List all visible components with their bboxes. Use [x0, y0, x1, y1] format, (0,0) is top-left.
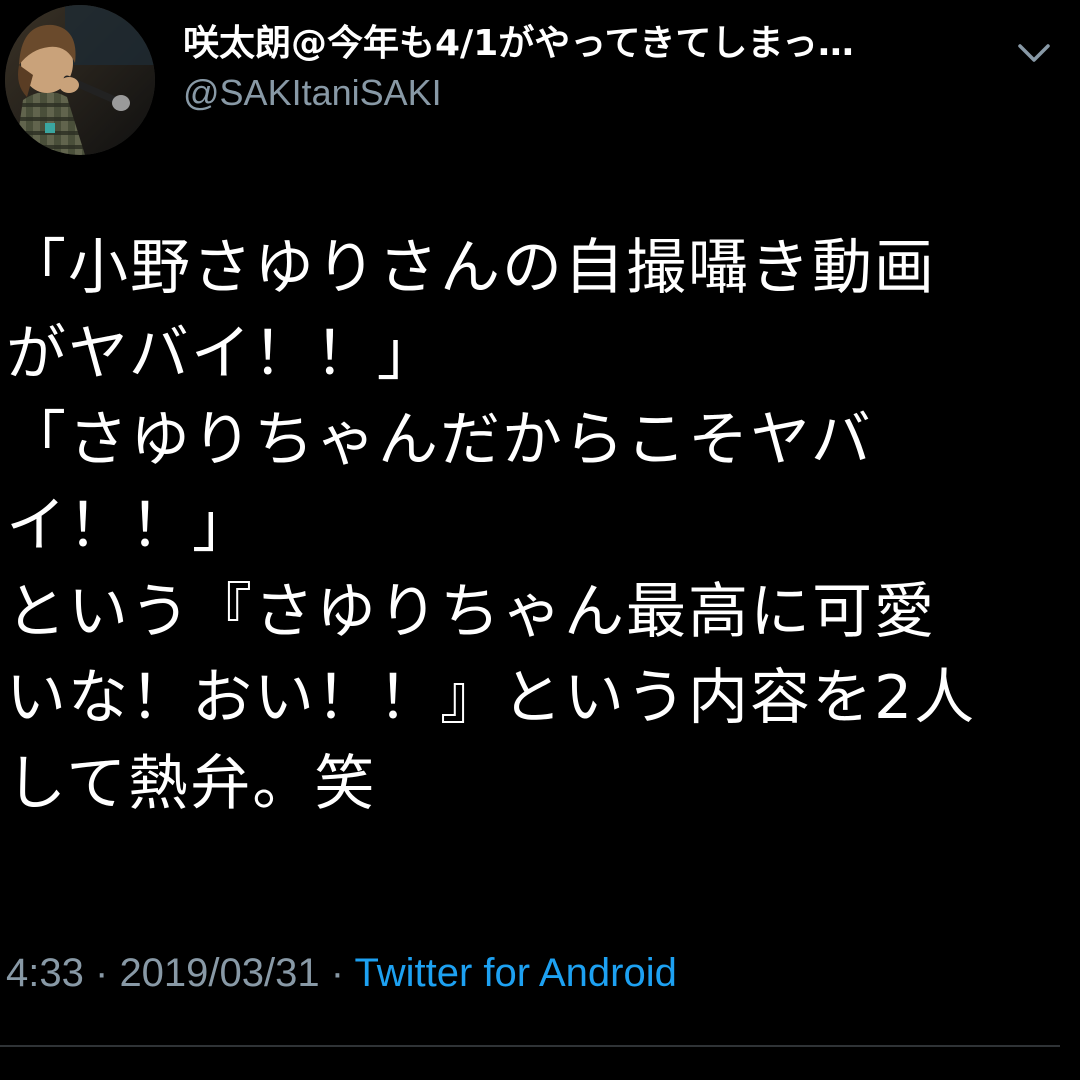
tweet-text-line: 「さゆりちゃんだからこそヤバ: [6, 405, 873, 475]
meta-separator: ·: [94, 951, 109, 995]
divider: [0, 1045, 1060, 1047]
meta-separator: ·: [330, 951, 345, 995]
tweet-source-link[interactable]: Twitter for Android: [354, 951, 676, 995]
tweet-text-line: して熱弁。笑: [6, 749, 377, 819]
tweet-text-line: 「小野さゆりさんの自撮囁き動画: [6, 233, 936, 303]
tweet: 咲太朗@今年も4/1がやってきてしまっ… @SAKItaniSAKI 「小野さゆ…: [0, 0, 1080, 1080]
tweet-text-line: イ！！」: [6, 491, 254, 561]
tweet-time[interactable]: 4:33: [6, 951, 84, 995]
display-name[interactable]: 咲太朗@今年も4/1がやってきてしまっ…: [183, 20, 1003, 68]
tweet-header: 咲太朗@今年も4/1がやってきてしまっ… @SAKItaniSAKI: [0, 0, 1080, 160]
avatar[interactable]: [5, 5, 155, 155]
user-handle[interactable]: @SAKItaniSAKI: [183, 68, 1003, 118]
tweet-text: 「小野さゆりさんの自撮囁き動画 がヤバイ！！」 「さゆりちゃんだからこそヤバ イ…: [6, 225, 1066, 827]
chevron-down-icon[interactable]: [1012, 36, 1056, 70]
profile-photo-icon: [5, 5, 155, 155]
tweet-metadata: 4:33 · 2019/03/31 · Twitter for Android: [6, 945, 677, 1001]
tweet-date[interactable]: 2019/03/31: [119, 951, 319, 995]
author-names[interactable]: 咲太朗@今年も4/1がやってきてしまっ… @SAKItaniSAKI: [183, 20, 1003, 118]
tweet-text-line: がヤバイ！！」: [6, 319, 439, 389]
tweet-text-line: いな！おい！！』という内容を2人: [6, 663, 977, 733]
tweet-text-line: という『さゆりちゃん最高に可愛: [6, 577, 936, 647]
